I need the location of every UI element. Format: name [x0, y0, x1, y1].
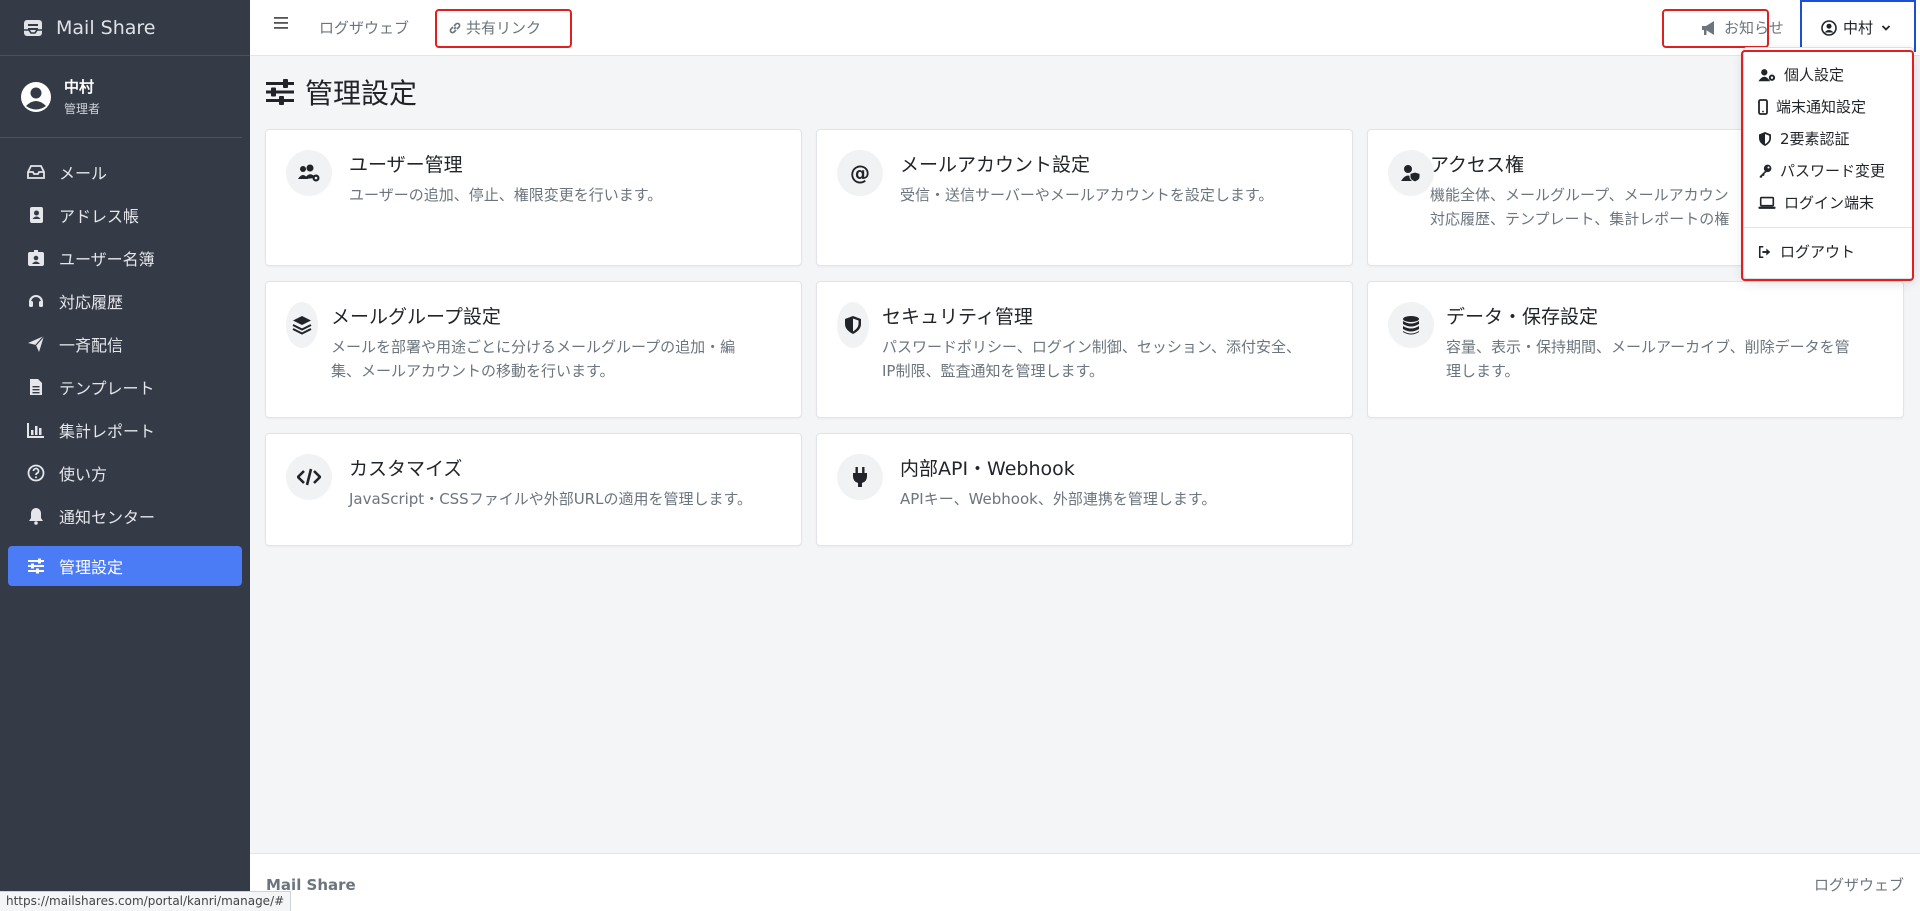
sidebar-item-label: アドレス帳 — [59, 206, 140, 226]
code-icon — [286, 454, 332, 500]
user-role: 管理者 — [64, 102, 101, 116]
at-sign-icon: @ — [837, 150, 883, 196]
card-mail-group-settings[interactable]: メールグループ設定 メールを部署や用途ごとに分けるメールグループの追加・編 集、… — [265, 281, 802, 418]
card-desc: 容量、表示・保持期間、メールアーカイブ、削除データを管 理します。 — [1446, 338, 1850, 380]
envelope-box-icon — [24, 19, 42, 36]
sliders-icon — [27, 557, 45, 575]
footer: Mail Share ログザウェブ — [250, 853, 1920, 911]
card-desc: JavaScript・CSSファイルや外部URLの適用を管理します。 — [349, 490, 752, 508]
id-badge-icon — [27, 249, 45, 267]
users-cog-icon — [286, 150, 332, 196]
user-circle-icon — [21, 81, 51, 112]
sidebar-item-label: メール — [59, 163, 108, 183]
database-icon — [1388, 302, 1434, 348]
card-internal-api-webhook[interactable]: 内部API・Webhook APIキー、Webhook、外部連携を管理します。 — [816, 433, 1353, 546]
card-desc: パスワードポリシー、ログイン制御、セッション、添付安全、 IP制限、監査通知を管… — [882, 338, 1301, 380]
user-panel: 中村 管理者 — [0, 56, 242, 138]
card-data-storage-settings[interactable]: データ・保存設定 容量、表示・保持期間、メールアーカイブ、削除データを管 理しま… — [1367, 281, 1904, 418]
page-title-text: 管理設定 — [305, 77, 418, 110]
highlight-box — [1741, 50, 1914, 281]
card-customize[interactable]: カスタマイズ JavaScript・CSSファイルや外部URLの適用を管理します… — [265, 433, 802, 546]
footer-link[interactable]: ログザウェブ — [1814, 874, 1904, 895]
sidebar-item-help[interactable]: 使い方 — [0, 451, 250, 494]
sidebar-item-label: 通知センター — [59, 507, 156, 527]
card-user-management[interactable]: ユーザー管理 ユーザーの追加、停止、権限変更を行います。 — [265, 129, 802, 266]
brand-name: Mail Share — [56, 16, 156, 39]
sidebar-item-label: テンプレート — [59, 378, 155, 398]
sidebar-item-history[interactable]: 対応履歴 — [0, 279, 250, 322]
card-title: アクセス権 — [1430, 154, 1525, 176]
sidebar-item-label: 使い方 — [59, 464, 108, 484]
highlight-box — [435, 9, 572, 48]
card-desc: ユーザーの追加、停止、権限変更を行います。 — [349, 186, 663, 204]
card-security-management[interactable]: セキュリティ管理 パスワードポリシー、ログイン制御、セッション、添付安全、 IP… — [816, 281, 1353, 418]
hamburger-menu-icon[interactable] — [274, 14, 290, 34]
card-desc: メールを部署や用途ごとに分けるメールグループの追加・編 集、メールアカウントの移… — [331, 338, 736, 380]
sidebar-item-admin-settings[interactable]: 管理設定 — [8, 546, 242, 586]
card-mail-account-settings[interactable]: @ メールアカウント設定 受信・送信サーバーやメールアカウントを設定します。 — [816, 129, 1353, 266]
card-title: 内部API・Webhook — [900, 458, 1075, 480]
sidebar-item-mail[interactable]: メール — [0, 150, 250, 193]
address-book-icon — [27, 206, 45, 224]
sidebar: Mail Share 中村 管理者 メール アドレス帳 ユーザー名簿 対応履歴 … — [0, 0, 250, 911]
paper-plane-icon — [27, 335, 45, 353]
sidebar-item-label: 集計レポート — [59, 421, 156, 441]
sliders-icon — [266, 79, 294, 105]
headset-icon — [27, 292, 45, 310]
top-link-logthe-web[interactable]: ログザウェブ — [319, 17, 409, 38]
card-title: データ・保存設定 — [1446, 306, 1599, 328]
user-shield-icon — [1388, 150, 1434, 196]
sidebar-item-address-book[interactable]: アドレス帳 — [0, 193, 250, 236]
layers-icon — [286, 302, 318, 348]
plug-icon — [837, 454, 883, 500]
file-icon — [27, 378, 45, 396]
sidebar-item-reports[interactable]: 集計レポート — [0, 408, 250, 451]
inbox-icon — [27, 163, 45, 181]
sidebar-item-user-directory[interactable]: ユーザー名簿 — [0, 236, 250, 279]
card-title: セキュリティ管理 — [882, 306, 1033, 328]
sidebar-item-notifications[interactable]: 通知センター — [0, 494, 250, 537]
sidebar-item-label: 管理設定 — [59, 558, 124, 577]
card-desc: APIキー、Webhook、外部連携を管理します。 — [900, 490, 1217, 508]
sidebar-item-label: ユーザー名簿 — [59, 249, 155, 269]
bar-chart-icon — [27, 421, 45, 439]
brand[interactable]: Mail Share — [0, 0, 250, 56]
user-name: 中村 — [64, 78, 95, 96]
highlight-box — [1662, 9, 1769, 48]
card-title: カスタマイズ — [349, 458, 463, 480]
page-title: 管理設定 — [265, 72, 417, 112]
shield-icon — [837, 302, 869, 348]
question-circle-icon — [27, 464, 45, 482]
bell-icon — [27, 507, 45, 525]
card-title: メールアカウント設定 — [900, 154, 1091, 176]
card-desc: 受信・送信サーバーやメールアカウントを設定します。 — [900, 186, 1274, 204]
card-title: ユーザー管理 — [349, 154, 463, 176]
browser-status-url: https://mailshares.com/portal/kanri/mana… — [0, 891, 292, 911]
sidebar-item-label: 対応履歴 — [59, 292, 124, 312]
card-title: メールグループ設定 — [331, 306, 501, 328]
highlight-box — [1800, 0, 1916, 52]
sidebar-item-label: 一斉配信 — [59, 335, 124, 355]
topbar: ログザウェブ 共有リンク お知らせ 中村 — [250, 0, 1920, 56]
sidebar-item-templates[interactable]: テンプレート — [0, 365, 250, 408]
card-desc: 機能全体、メールグループ、メールアカウン 対応履歴、テンプレート、集計レポートの… — [1430, 186, 1730, 228]
sidebar-item-broadcast[interactable]: 一斉配信 — [0, 322, 250, 365]
sidebar-nav: メール アドレス帳 ユーザー名簿 対応履歴 一斉配信 テンプレート 集計レポート — [0, 138, 250, 586]
